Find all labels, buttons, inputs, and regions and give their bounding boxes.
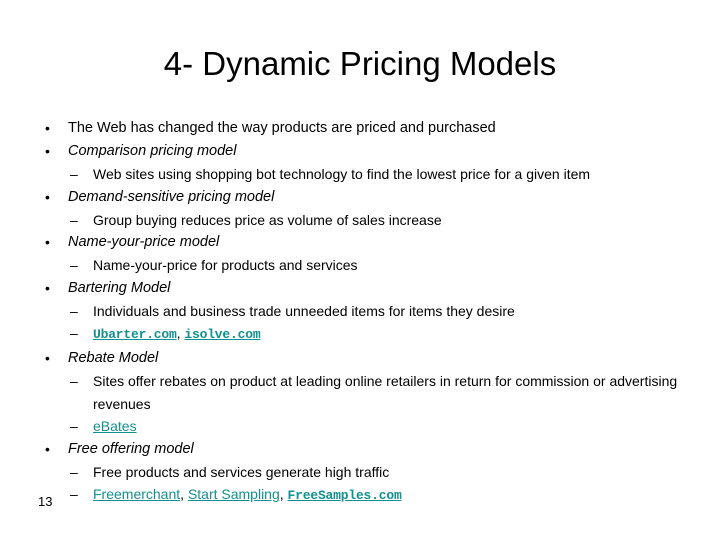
bullet-text: Name-your-price model: [68, 234, 220, 251]
bullet-item: • Demand-sensitive pricing model: [36, 186, 708, 209]
dash-marker-icon: –: [70, 463, 78, 480]
dash-marker-icon: –: [70, 211, 78, 228]
sub-bullet-item: – Free products and services generate hig…: [36, 461, 708, 484]
dash-marker-icon: –: [70, 166, 78, 182]
slide-body: • The Web has changed the way products ar…: [36, 117, 708, 508]
dash-marker-icon: –: [70, 418, 78, 435]
bullet-marker-icon: •: [45, 234, 50, 251]
dash-marker-icon: –: [70, 372, 78, 389]
bullet-text: Comparison pricing model: [68, 143, 237, 159]
bullet-text: Freemerchant, Start Sampling, FreeSample…: [93, 486, 402, 503]
bullet-item: • Rebate Model: [36, 347, 708, 370]
page-number: 13: [38, 494, 53, 509]
dash-marker-icon: –: [70, 325, 78, 342]
bullet-text: Web sites using shopping bot technology …: [93, 166, 591, 182]
sub-bullet-item: – Sites offer rebates on product at leadi…: [36, 370, 708, 415]
sub-bullet-item: – Ubarter.com, isolve.com: [36, 322, 708, 347]
hyperlink[interactable]: Start Sampling: [188, 486, 280, 502]
sub-bullet-item: – Name-your-price for products and servic…: [36, 254, 708, 277]
bullet-text: Rebate Model: [68, 349, 159, 366]
hyperlink[interactable]: eBates: [93, 418, 137, 434]
dash-marker-icon: –: [70, 257, 78, 274]
dash-marker-icon: –: [70, 302, 78, 319]
bullet-marker-icon: •: [45, 188, 50, 205]
bullet-marker-icon: •: [45, 440, 50, 457]
bullet-text: Free offering model: [68, 440, 194, 457]
bullet-text: eBates: [93, 418, 137, 434]
bullet-marker-icon: •: [45, 279, 50, 296]
bullet-text: The Web has changed the way products are…: [68, 120, 496, 136]
hyperlink[interactable]: Ubarter.com: [93, 327, 177, 342]
sub-bullet-item: – Freemerchant, Start Sampling, FreeSampl…: [36, 483, 708, 508]
hyperlink[interactable]: FreeSamples.com: [288, 488, 402, 503]
page-title: 4- Dynamic Pricing Models: [163, 45, 557, 82]
bullet-text: Group buying reduces price as volume of …: [93, 211, 442, 228]
bullet-text: Bartering Model: [68, 279, 171, 296]
bullet-marker-icon: •: [45, 349, 50, 366]
bullet-text: Free products and services generate high…: [93, 463, 390, 480]
bullet-text: Individuals and business trade unneeded …: [93, 302, 515, 319]
bullet-item: • Name-your-price model: [36, 231, 708, 254]
link-separator: ,: [279, 486, 288, 503]
sub-bullet-item: – Web sites using shopping bot technology…: [36, 163, 708, 186]
bullet-text: Name-your-price for products and service…: [93, 257, 358, 274]
bullet-marker-icon: •: [45, 143, 50, 159]
bullet-text: Sites offer rebates on product at leadin…: [93, 372, 678, 412]
bullet-text: Ubarter.com, isolve.com: [93, 325, 261, 342]
bullet-marker-icon: •: [45, 120, 50, 136]
dash-marker-icon: –: [70, 486, 78, 503]
bullet-text: Demand-sensitive pricing model: [68, 188, 275, 205]
sub-bullet-item: – Individuals and business trade unneeded…: [36, 300, 708, 323]
sub-bullet-item: – eBates: [36, 415, 708, 438]
bullet-item: • Comparison pricing model: [36, 140, 708, 163]
sub-bullet-item: – Group buying reduces price as volume of…: [36, 209, 708, 232]
bullet-item: • The Web has changed the way products ar…: [36, 117, 708, 140]
bullet-item: • Free offering model: [36, 438, 708, 461]
slide: 4- Dynamic Pricing Models • The Web has c…: [0, 0, 720, 540]
hyperlink[interactable]: Freemerchant: [93, 486, 180, 502]
bullet-item: • Bartering Model: [36, 277, 708, 300]
link-separator: ,: [180, 486, 188, 503]
hyperlink[interactable]: isolve.com: [184, 327, 260, 342]
